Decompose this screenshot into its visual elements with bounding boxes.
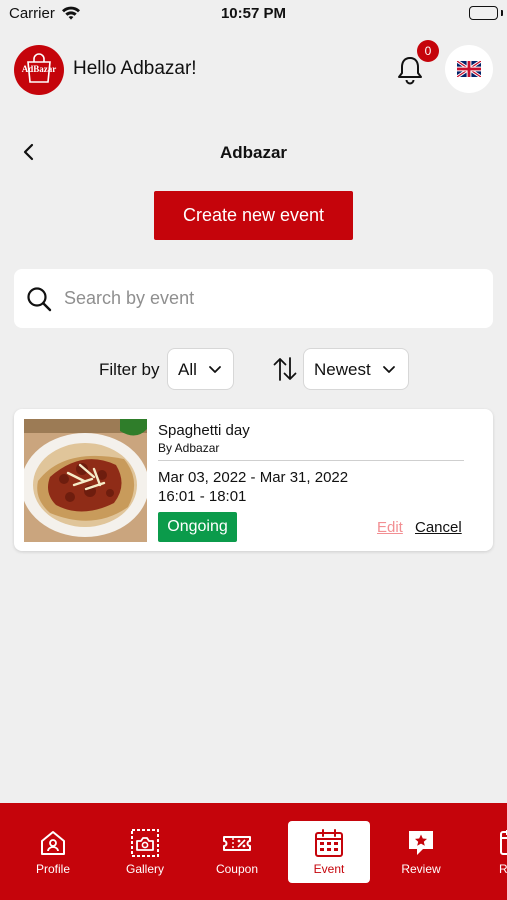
reservation-icon	[500, 830, 507, 855]
status-badge: Ongoing	[158, 512, 237, 542]
tab-reservation[interactable]: Rese	[472, 821, 507, 883]
clock: 10:57 PM	[220, 5, 287, 22]
tab-coupon[interactable]: Coupon	[196, 821, 278, 883]
filter-value: All	[178, 360, 197, 379]
status-bar: Carrier 10:57 PM	[0, 0, 507, 28]
language-button[interactable]	[445, 45, 493, 93]
event-date-range: Mar 03, 2022 - Mar 31, 2022	[158, 469, 349, 486]
tab-profile[interactable]: Profile	[12, 821, 94, 883]
event-time-range: 16:01 - 18:01	[158, 488, 247, 505]
event-card[interactable]: Spaghetti day By Adbazar Mar 03, 2022 - …	[14, 409, 493, 551]
calendar-icon	[315, 829, 343, 857]
coupon-icon	[223, 836, 251, 851]
bottom-tab-bar: Profile Gallery Coupon Event Review R	[0, 803, 507, 900]
battery-icon	[469, 6, 498, 20]
search-input[interactable]: Search by event	[14, 269, 493, 328]
tab-label: Gallery	[125, 862, 164, 876]
profile-icon	[41, 831, 65, 855]
filter-dropdown[interactable]: All	[167, 348, 234, 390]
sort-icon[interactable]	[272, 356, 298, 387]
divider	[158, 460, 464, 461]
chevron-down-icon	[208, 363, 222, 381]
uk-flag-icon	[456, 59, 482, 82]
notification-badge: 0	[417, 40, 439, 62]
bell-icon[interactable]	[396, 55, 424, 85]
gallery-icon	[131, 829, 159, 857]
edit-link[interactable]: Edit	[377, 519, 403, 536]
event-organizer: By Adbazar	[158, 441, 220, 455]
search-icon	[26, 286, 52, 317]
event-title: Spaghetti day	[158, 422, 250, 439]
tab-review[interactable]: Review	[380, 821, 462, 883]
sort-value: Newest	[314, 360, 371, 379]
tab-gallery[interactable]: Gallery	[104, 821, 186, 883]
brand-logo: AdBazar	[14, 45, 64, 95]
sort-dropdown[interactable]: Newest	[303, 348, 409, 390]
search-placeholder: Search by event	[64, 288, 195, 308]
battery-nub	[501, 10, 503, 16]
tab-label: Review	[401, 862, 441, 876]
event-thumbnail	[24, 419, 147, 542]
tab-label: Event	[313, 862, 345, 876]
cancel-link[interactable]: Cancel	[415, 519, 462, 536]
tab-label: Rese	[498, 862, 507, 876]
tab-event[interactable]: Event	[288, 821, 370, 883]
logo-text: AdBazar	[21, 64, 57, 74]
tab-label: Profile	[35, 862, 70, 876]
tab-label: Coupon	[215, 862, 259, 876]
filter-label: Filter by	[99, 360, 160, 379]
create-event-button[interactable]: Create new event	[154, 191, 353, 240]
review-icon	[409, 831, 433, 855]
greeting: Hello Adbazar!	[73, 58, 197, 79]
page-title: Adbazar	[219, 143, 288, 162]
chevron-down-icon	[382, 363, 396, 381]
